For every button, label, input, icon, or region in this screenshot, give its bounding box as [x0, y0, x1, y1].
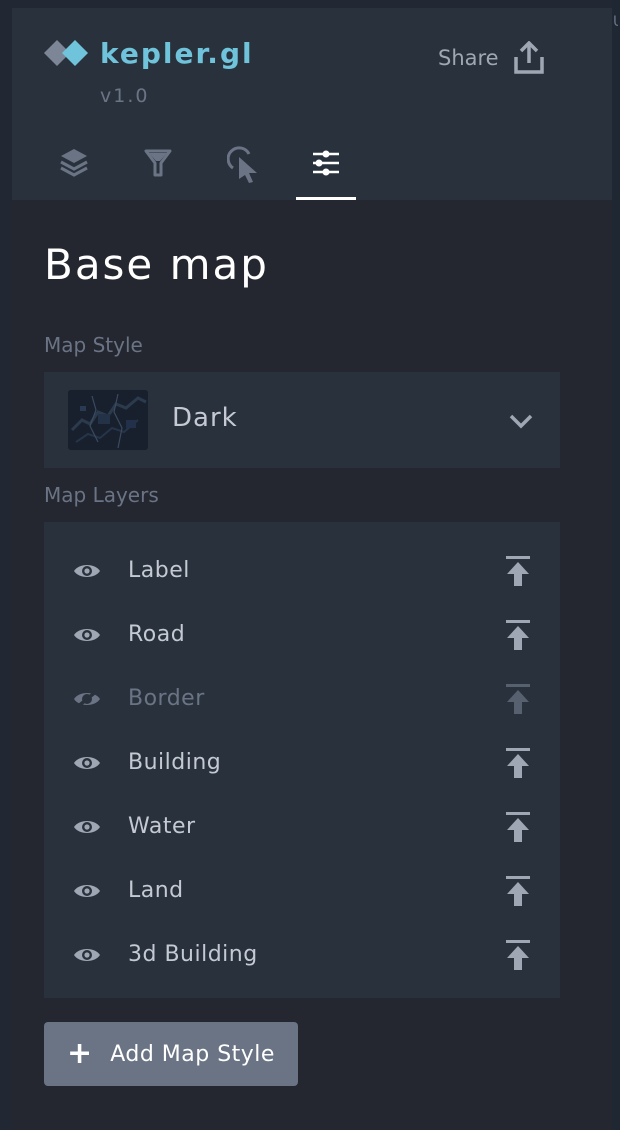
eye-icon[interactable]	[72, 750, 102, 776]
move-to-top-icon[interactable]	[504, 810, 532, 844]
share-button[interactable]: Share	[438, 38, 545, 78]
cursor-icon	[227, 146, 257, 183]
layer-label: Label	[128, 558, 190, 583]
layer-row: 3d Building	[44, 928, 560, 984]
tab-base-map[interactable]	[296, 142, 356, 200]
app-name: kepler.gl	[100, 37, 254, 70]
settings-sliders-icon	[313, 150, 339, 176]
dark-map-thumbnail-image	[68, 390, 148, 450]
eye-icon[interactable]	[72, 942, 102, 968]
panel-header: kepler.gl v1.0 Share	[12, 8, 612, 200]
tab-filters[interactable]	[128, 142, 188, 200]
panel-title: Base map	[44, 240, 269, 289]
share-label: Share	[438, 46, 499, 70]
map-area-edge: U	[612, 0, 620, 1130]
add-map-style-button[interactable]: + Add Map Style	[44, 1022, 298, 1086]
left-edge	[0, 0, 12, 1130]
app-version: v1.0	[100, 85, 150, 107]
layer-label: Water	[128, 814, 196, 839]
move-to-top-icon[interactable]	[504, 938, 532, 972]
map-style-dropdown[interactable]: Dark	[44, 372, 560, 468]
move-to-top-icon[interactable]	[504, 618, 532, 652]
move-to-top-icon[interactable]	[504, 682, 532, 716]
layer-row: Road	[44, 608, 560, 664]
layers-icon	[60, 149, 88, 177]
eye-slash-icon[interactable]	[72, 686, 102, 712]
layer-label: Building	[128, 750, 222, 775]
map-style-thumbnail	[68, 390, 148, 450]
top-edge	[0, 0, 612, 8]
layer-label: 3d Building	[128, 942, 258, 967]
move-to-top-icon[interactable]	[504, 554, 532, 588]
plus-icon: +	[67, 1036, 93, 1071]
kepler-logo-icon	[44, 40, 88, 66]
share-upload-icon	[513, 41, 544, 74]
layer-label: Land	[128, 878, 184, 903]
eye-icon[interactable]	[72, 878, 102, 904]
filter-icon	[144, 149, 172, 177]
side-panel: kepler.gl v1.0 Share Base map Map Style …	[12, 8, 612, 1130]
layer-row: Building	[44, 736, 560, 792]
eye-icon[interactable]	[72, 622, 102, 648]
layer-row: Label	[44, 544, 560, 600]
move-to-top-icon[interactable]	[504, 874, 532, 908]
eye-icon[interactable]	[72, 814, 102, 840]
map-layers-list: Label Road Border Building Water Land 3d Build…	[44, 522, 560, 998]
selected-map-style: Dark	[172, 403, 238, 433]
add-map-style-label: Add Map Style	[110, 1041, 275, 1067]
layer-row: Land	[44, 864, 560, 920]
move-to-top-icon[interactable]	[504, 746, 532, 780]
map-layers-label: Map Layers	[44, 483, 159, 507]
map-style-label: Map Style	[44, 333, 143, 357]
tab-layers[interactable]	[44, 142, 104, 200]
eye-icon[interactable]	[72, 558, 102, 584]
panel-tabs	[12, 142, 612, 200]
layer-label: Road	[128, 622, 186, 647]
layer-label: Border	[128, 686, 205, 711]
map-edge-glyph: U	[613, 14, 618, 30]
tab-interactions[interactable]	[214, 142, 274, 200]
layer-row: Water	[44, 800, 560, 856]
chevron-down-icon	[509, 414, 533, 429]
layer-row: Border	[44, 672, 560, 728]
